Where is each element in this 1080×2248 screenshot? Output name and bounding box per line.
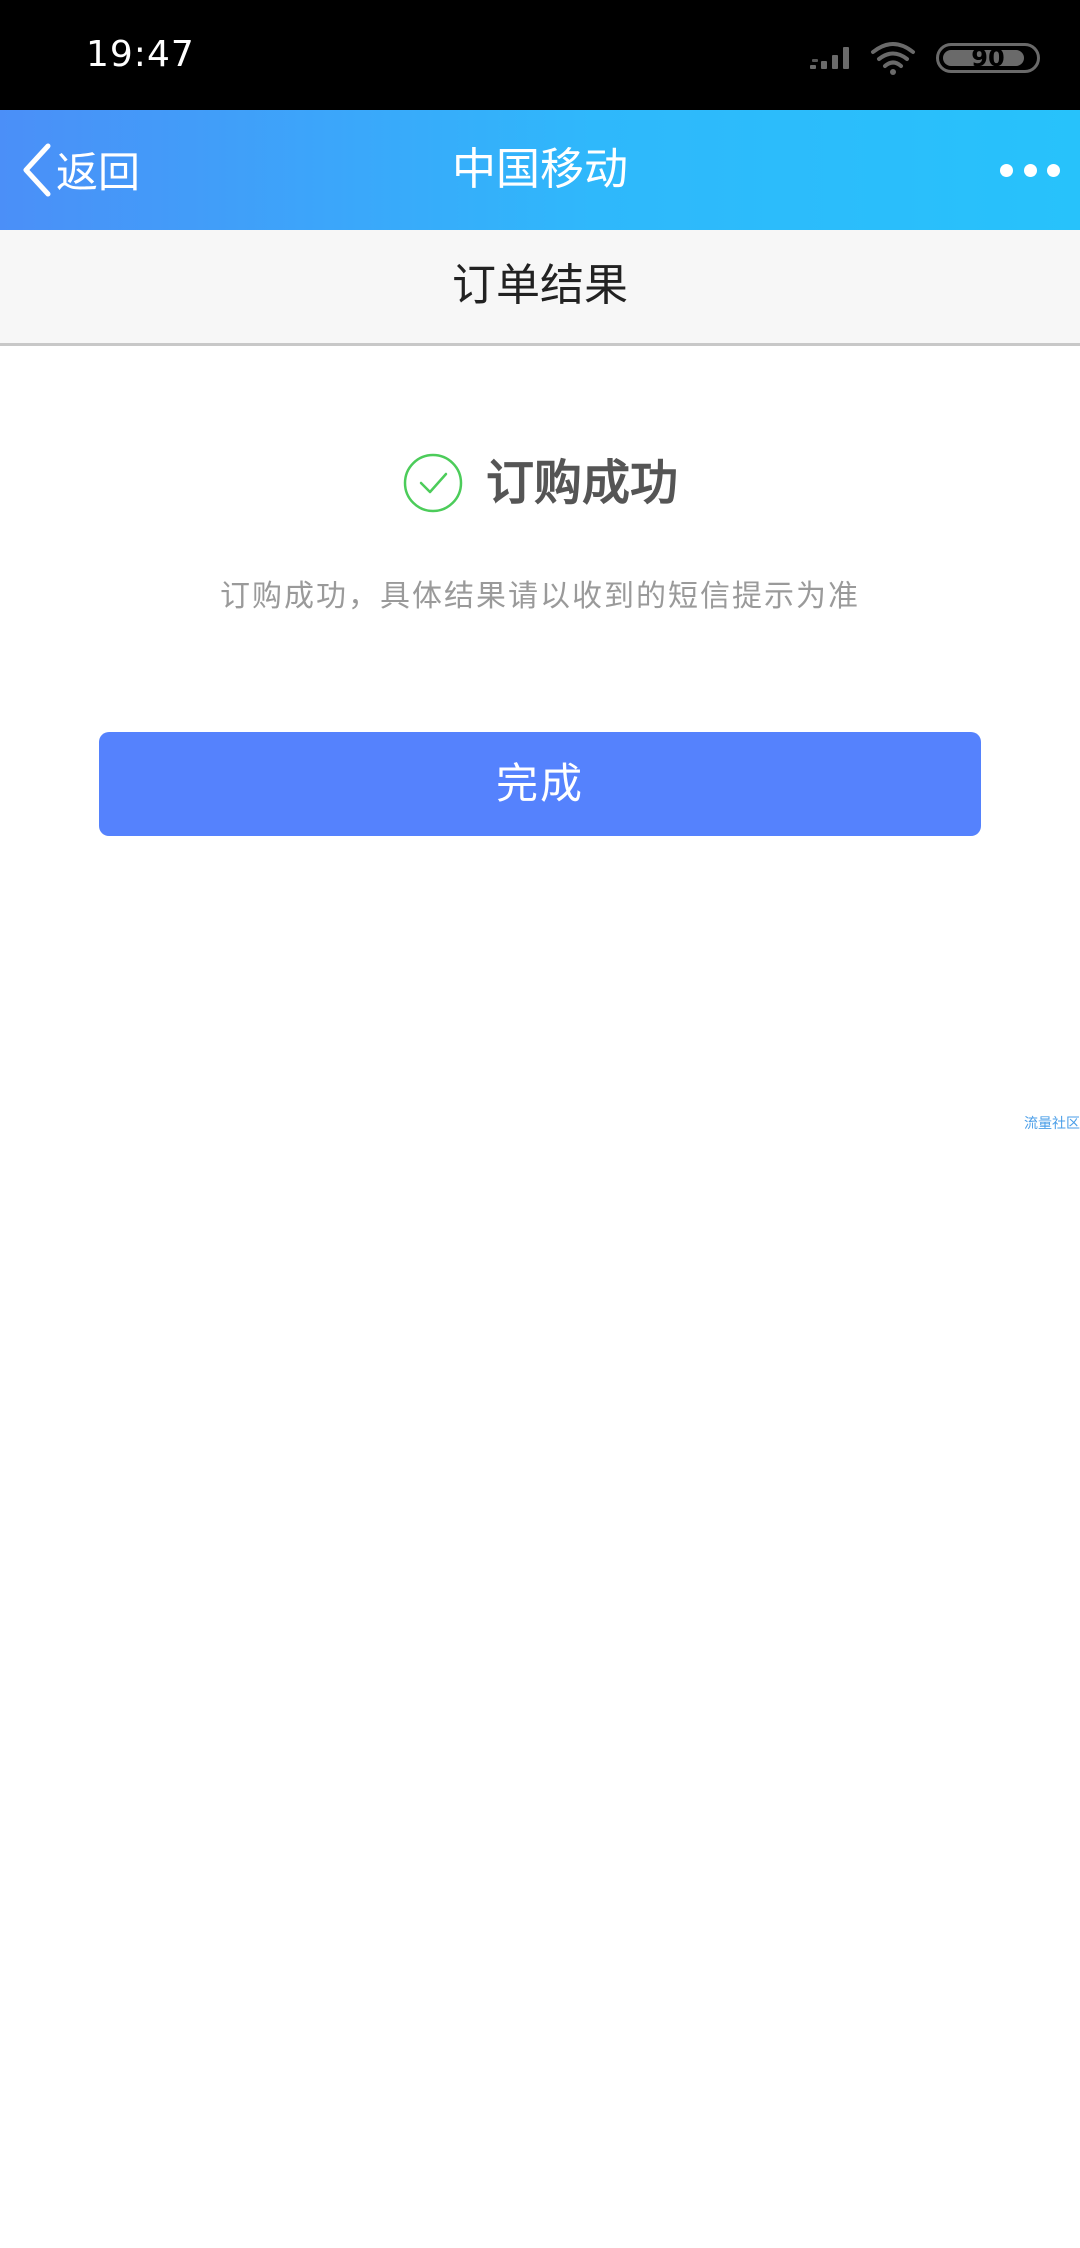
status-time: 19:47 [86, 34, 195, 75]
result-title: 订购成功 [485, 455, 678, 511]
title-bar: 中国移动 返回 [0, 110, 1080, 230]
back-label: 返回 [56, 148, 141, 197]
status-bar: 19:47 90 [0, 0, 1080, 110]
page-title: 中国移动 [452, 144, 628, 195]
battery-icon: 90 [936, 43, 1040, 73]
done-button[interactable]: 完成 [99, 732, 981, 836]
chevron-left-icon [23, 143, 51, 197]
status-icons: 90 [810, 38, 1040, 78]
more-dot-icon [1023, 163, 1037, 177]
signal-icon [810, 47, 849, 69]
wifi-icon [871, 42, 915, 75]
result-status: 订购成功 [0, 448, 1080, 518]
order-result-page: 19:47 90 中国移动 返回 订单结果 订购成功 订购成功，具体结果请以收到… [0, 0, 1080, 2248]
success-check-icon [403, 453, 463, 513]
result-description: 订购成功，具体结果请以收到的短信提示为准 [220, 579, 860, 614]
watermark-text: 流量社区 [1024, 1116, 1080, 1132]
back-button[interactable]: 返回 [18, 110, 140, 230]
section-title: 订单结果 [0, 230, 1080, 346]
more-options-button[interactable] [1000, 150, 1060, 190]
more-dot-icon [1000, 163, 1013, 177]
more-dot-icon [1047, 163, 1060, 177]
battery-level: 90 [971, 44, 1005, 72]
